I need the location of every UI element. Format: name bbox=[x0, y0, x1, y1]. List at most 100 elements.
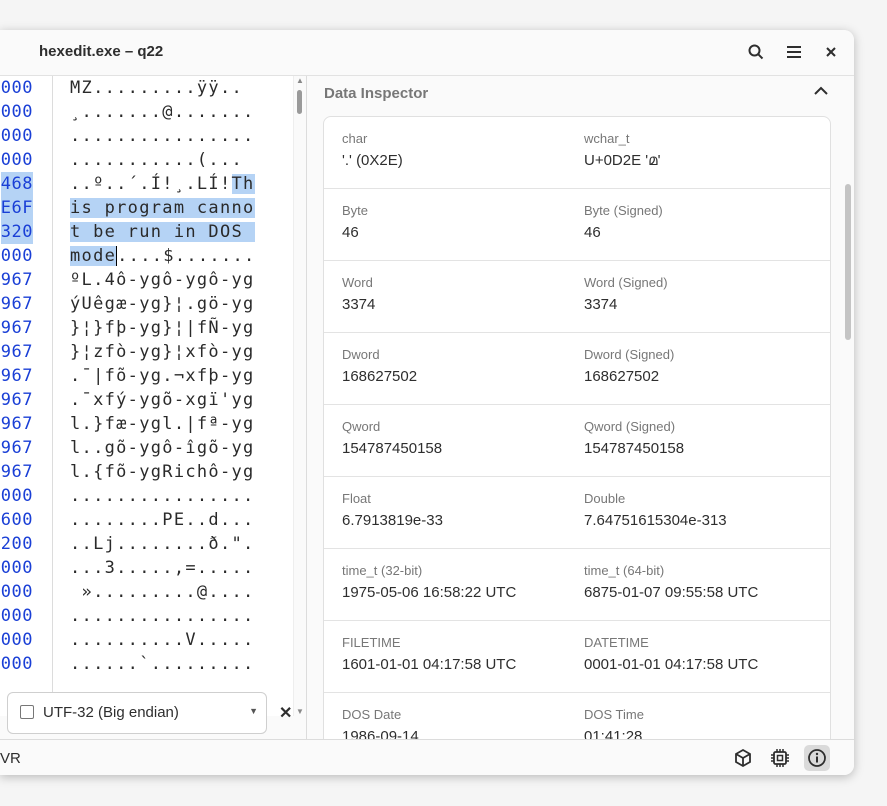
hex-scrollbar[interactable]: ▲ ▼ bbox=[293, 76, 306, 716]
inspector-field-value[interactable]: 154787450158 bbox=[342, 440, 442, 457]
inspector-field-value[interactable]: 1975-05-06 16:58:22 UTC bbox=[342, 584, 516, 601]
inspector-field-value[interactable]: 0001-01-01 04:17:58 UTC bbox=[584, 656, 758, 673]
close-encoding-button[interactable]: ✕ bbox=[279, 703, 292, 723]
ascii-row[interactable]: ...........(... bbox=[70, 148, 243, 172]
ascii-row[interactable]: }¦zfò-yg}¦xfò-yg bbox=[70, 340, 255, 364]
ascii-row[interactable]: ýUêgæ-yg}¦.gö-yg bbox=[70, 292, 255, 316]
inspector-field[interactable]: char '.' (0X2E) bbox=[342, 131, 403, 169]
chip-button[interactable] bbox=[767, 745, 793, 771]
collapse-inspector-button[interactable] bbox=[812, 82, 834, 104]
text-caret: ....$....... bbox=[116, 246, 256, 266]
inspector-field[interactable]: DOS Date 1986-09-14 bbox=[342, 707, 419, 739]
inspector-field-label: char bbox=[342, 131, 368, 146]
inspector-field-value[interactable]: U+0D2E 'മ' bbox=[584, 152, 660, 169]
selected-text: mode bbox=[70, 246, 117, 266]
inspector-field[interactable]: DOS Time 01:41:28 bbox=[584, 707, 644, 739]
main-menu-button[interactable] bbox=[780, 38, 808, 66]
hex-scrollbar-thumb[interactable] bbox=[297, 90, 302, 114]
ascii-row[interactable]: ».........@.... bbox=[70, 580, 255, 604]
inspector-field-value[interactable]: 168627502 bbox=[342, 368, 417, 385]
inspector-field[interactable]: wchar_t U+0D2E 'മ' bbox=[584, 131, 660, 169]
inspector-field-value[interactable]: 3374 bbox=[584, 296, 668, 313]
inspector-field-value[interactable]: 6875-01-07 09:55:58 UTC bbox=[584, 584, 758, 601]
encoding-dropdown[interactable]: UTF-32 (Big endian) ▼ bbox=[7, 692, 267, 734]
inspector-field[interactable]: Byte 46 bbox=[342, 203, 368, 241]
close-icon bbox=[826, 47, 836, 57]
ascii-row[interactable]: ...3.....,=..... bbox=[70, 556, 255, 580]
ascii-row[interactable]: ºL.4ô-ygô-ygô-yg bbox=[70, 268, 255, 292]
inspector-field-value[interactable]: 154787450158 bbox=[584, 440, 684, 457]
inspector-field[interactable]: DATETIME 0001-01-01 04:17:58 UTC bbox=[584, 635, 758, 673]
inspector-field[interactable]: Qword 154787450158 bbox=[342, 419, 442, 457]
search-button[interactable] bbox=[742, 38, 770, 66]
inspector-field-value[interactable]: 1986-09-14 bbox=[342, 728, 419, 739]
offset-cell: 468 bbox=[0, 172, 33, 196]
offset-cell: 000 bbox=[0, 150, 33, 170]
ascii-row[interactable]: .¯|fõ-yg.¬xfþ-yg bbox=[70, 364, 255, 388]
inspector-field-value[interactable]: 6.7913819e-33 bbox=[342, 512, 443, 529]
inspector-title: Data Inspector bbox=[324, 85, 429, 102]
inspector-field-value[interactable]: 46 bbox=[342, 224, 368, 241]
ascii-row[interactable]: ................ bbox=[70, 124, 255, 148]
ascii-row[interactable]: ..º..´.Í!¸.LÍ!Th bbox=[70, 172, 255, 196]
app-window: hexedit.exe – q22 000 000 000 000 468 E6F 320 0… bbox=[0, 30, 854, 775]
ascii-text: ..º..´.Í!¸.LÍ! bbox=[70, 174, 232, 194]
package-button[interactable] bbox=[730, 745, 756, 771]
inspector-field[interactable]: time_t (32-bit) 1975-05-06 16:58:22 UTC bbox=[342, 563, 516, 601]
inspector-row: char '.' (0X2E) wchar_t U+0D2E 'മ' bbox=[324, 117, 830, 189]
inspector-field-value[interactable]: 01:41:28 bbox=[584, 728, 644, 739]
offset-cell: E6F bbox=[0, 196, 33, 220]
inspector-field[interactable]: FILETIME 1601-01-01 04:17:58 UTC bbox=[342, 635, 516, 673]
ascii-row[interactable]: ..Lj........ð.". bbox=[70, 532, 255, 556]
info-button[interactable] bbox=[804, 745, 830, 771]
ascii-row[interactable]: is program canno bbox=[70, 196, 255, 220]
ascii-row[interactable]: MZ.........ÿÿ.. bbox=[70, 76, 243, 100]
ascii-row[interactable]: }¦}fþ-yg}¦|fÑ-yg bbox=[70, 316, 255, 340]
offset-cell: 967 bbox=[0, 294, 33, 314]
ascii-row[interactable]: ................ bbox=[70, 484, 255, 508]
ascii-row[interactable]: l.}fæ-ygl.|fª-yg bbox=[70, 412, 255, 436]
inspector-field[interactable]: Double 7.64751615304e-313 bbox=[584, 491, 727, 529]
inspector-field-value[interactable]: 46 bbox=[584, 224, 663, 241]
ascii-row[interactable]: mode....$....... bbox=[70, 244, 256, 268]
inspector-field[interactable]: Float 6.7913819e-33 bbox=[342, 491, 443, 529]
ascii-row[interactable]: ................ bbox=[70, 604, 255, 628]
inspector-field-value[interactable]: 7.64751615304e-313 bbox=[584, 512, 727, 529]
inspector-field[interactable]: Qword (Signed) 154787450158 bbox=[584, 419, 684, 457]
offset-cell: 000 bbox=[0, 246, 33, 266]
offset-cell: 200 bbox=[0, 534, 33, 554]
status-bar: VR bbox=[0, 739, 854, 775]
inspector-field-value[interactable]: 1601-01-01 04:17:58 UTC bbox=[342, 656, 516, 673]
inspector-field[interactable]: Byte (Signed) 46 bbox=[584, 203, 663, 241]
ascii-row[interactable]: .¯xfý-ygõ-xgï'yg bbox=[70, 388, 255, 412]
scroll-down-arrow-icon[interactable]: ▼ bbox=[296, 707, 304, 716]
ascii-row[interactable]: l.{fõ-ygRichô-yg bbox=[70, 460, 255, 484]
ascii-row[interactable]: ........PE..d... bbox=[70, 508, 255, 532]
inspector-field[interactable]: time_t (64-bit) 6875-01-07 09:55:58 UTC bbox=[584, 563, 758, 601]
inspector-scrollbar-thumb[interactable] bbox=[845, 184, 851, 340]
inspector-field[interactable]: Word (Signed) 3374 bbox=[584, 275, 668, 313]
inspector-field[interactable]: Dword (Signed) 168627502 bbox=[584, 347, 674, 385]
inspector-field-label: DATETIME bbox=[584, 635, 649, 650]
inspector-field[interactable]: Word 3374 bbox=[342, 275, 375, 313]
encoding-value: UTF-32 (Big endian) bbox=[43, 704, 179, 721]
ascii-row[interactable]: t be run in DOS bbox=[70, 220, 255, 244]
inspector-field[interactable]: Dword 168627502 bbox=[342, 347, 417, 385]
hex-view[interactable]: 000 000 000 000 468 E6F 320 000 967 967 967 967 967 9… bbox=[0, 76, 306, 716]
selected-text: t be run in DOS bbox=[70, 222, 255, 242]
inspector-field-value[interactable]: 3374 bbox=[342, 296, 375, 313]
window-close-button[interactable] bbox=[817, 38, 845, 66]
ascii-row[interactable]: ......`......... bbox=[70, 652, 255, 676]
inspector-field-value[interactable]: '.' (0X2E) bbox=[342, 152, 403, 169]
ascii-row[interactable]: l..gõ-ygô-îgõ-yg bbox=[70, 436, 255, 460]
offset-cell: 967 bbox=[0, 342, 33, 362]
window-title: hexedit.exe – q22 bbox=[39, 43, 164, 60]
offset-cell: 000 bbox=[0, 630, 33, 650]
inspector-field-value[interactable]: 168627502 bbox=[584, 368, 674, 385]
inspector-row: Word 3374 Word (Signed) 3374 bbox=[324, 261, 830, 333]
inspector-field-label: Qword bbox=[342, 419, 381, 434]
ascii-row[interactable]: ..........V..... bbox=[70, 628, 255, 652]
title-bar: hexedit.exe – q22 bbox=[0, 30, 854, 76]
ascii-row[interactable]: ¸.......@....... bbox=[70, 100, 255, 124]
scroll-up-arrow-icon[interactable]: ▲ bbox=[296, 76, 304, 85]
